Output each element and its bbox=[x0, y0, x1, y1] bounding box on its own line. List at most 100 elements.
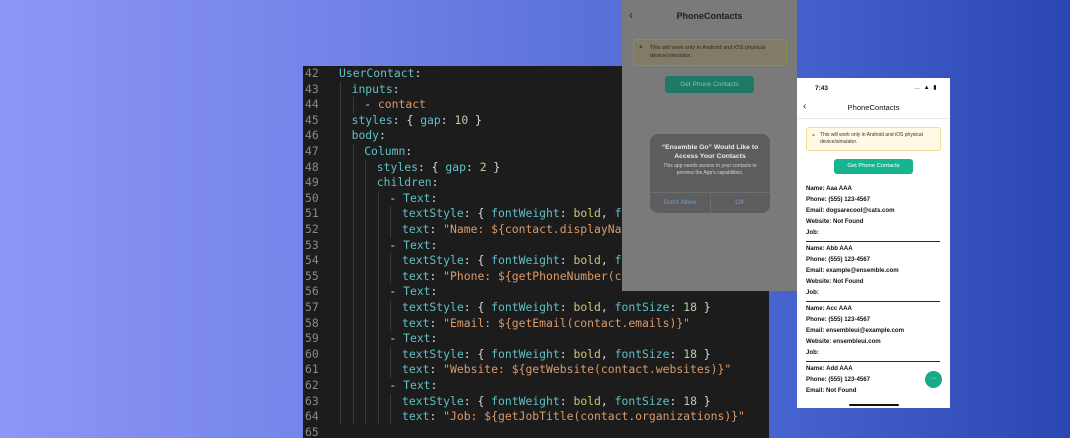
contact-job: Job: bbox=[806, 229, 819, 236]
contact-card[interactable]: Name: Add AAA Phone: (555) 123-4567 Email:… bbox=[806, 363, 940, 396]
indent-guide bbox=[390, 315, 392, 332]
indent-guide bbox=[352, 378, 354, 394]
code-line[interactable]: 63 textStyle: { fontWeight: bold, fontSiz… bbox=[303, 394, 769, 410]
code-token: : bbox=[405, 144, 413, 158]
get-phone-contacts-button[interactable]: Get Phone Contacts bbox=[834, 159, 913, 174]
indent-guide bbox=[352, 190, 354, 207]
code-text: - Text: bbox=[389, 284, 437, 300]
code-token: inputs bbox=[351, 81, 393, 96]
code-token: : bbox=[559, 346, 574, 361]
contact-email: Email: Not Found bbox=[806, 387, 857, 394]
code-token: bold bbox=[573, 346, 601, 361]
indent-guide bbox=[340, 346, 341, 363]
indent-guide bbox=[340, 237, 341, 254]
screen-title: PhoneContacts bbox=[847, 103, 900, 112]
code-text: text: "Name: ${contact.displayName}" bbox=[402, 222, 649, 238]
indent-guide bbox=[340, 331, 341, 347]
code-token: , bbox=[600, 300, 615, 314]
code-token: text bbox=[402, 409, 430, 424]
code-token: fontSize bbox=[614, 346, 670, 361]
warning-text: This will work only in Android and iOS p… bbox=[820, 132, 923, 145]
indent-guide bbox=[365, 409, 367, 425]
code-token: "Email: ${getEmail(contact.emails)}" bbox=[443, 315, 691, 330]
code-line[interactable]: 57 textStyle: { fontWeight: bold, fontSiz… bbox=[303, 300, 769, 316]
contact-name: Name: Acc AAA bbox=[806, 305, 852, 312]
code-line[interactable]: 58 text: "Email: ${getEmail(contact.email… bbox=[303, 316, 769, 332]
code-line[interactable]: 64 text: "Job: ${getJobTitle(contact.orga… bbox=[303, 409, 769, 425]
contact-phone: Phone: (555) 123-4567 bbox=[806, 376, 871, 383]
indent-guide bbox=[340, 409, 341, 425]
line-number: 55 bbox=[305, 268, 319, 283]
indent-guide bbox=[352, 222, 354, 238]
contact-card[interactable]: Name: Abb AAA Phone: (555) 123-4567 Email:… bbox=[806, 243, 940, 298]
dialog-title: “Ensemble Go” Would Like to Access Your … bbox=[661, 144, 759, 160]
contact-card[interactable]: Name: Aaa AAA Phone: (555) 123-4567 Email:… bbox=[806, 183, 940, 238]
code-token: gap bbox=[420, 112, 441, 127]
code-text: styles: { gap: 2 } bbox=[377, 160, 500, 176]
indent-guide bbox=[365, 378, 367, 394]
indent-guide bbox=[340, 378, 341, 394]
code-token: textStyle bbox=[402, 253, 464, 268]
indent-guide bbox=[340, 300, 341, 316]
line-number: 42 bbox=[305, 66, 319, 80]
contact-name: Name: Abb AAA bbox=[806, 245, 853, 252]
indent-guide bbox=[365, 268, 367, 285]
code-token: 10 bbox=[454, 112, 469, 127]
code-token: , bbox=[600, 253, 615, 268]
contact-card[interactable]: Name: Acc AAA Phone: (555) 123-4567 Email:… bbox=[806, 303, 940, 358]
indent-guide bbox=[352, 409, 354, 425]
code-token: "Job: ${getJobTitle(contact.organization… bbox=[443, 409, 745, 424]
indent-guide bbox=[390, 222, 392, 238]
indent-guide bbox=[340, 393, 341, 410]
status-time: 7:43 bbox=[815, 85, 829, 92]
code-token: : bbox=[430, 378, 438, 392]
code-token: text bbox=[402, 315, 430, 330]
code-token: : bbox=[669, 393, 684, 408]
indent-guide bbox=[340, 97, 341, 113]
more-icon[interactable]: ··· bbox=[925, 371, 942, 388]
indent-guide bbox=[390, 206, 392, 222]
indent-guide bbox=[352, 206, 354, 222]
indent-guide bbox=[377, 300, 379, 316]
warning-banner: ▲ This will work only in Android and iOS… bbox=[633, 39, 787, 66]
code-token: - bbox=[389, 331, 404, 346]
code-token: : bbox=[429, 315, 444, 330]
code-line[interactable]: 62 - Text: bbox=[303, 378, 769, 394]
code-line[interactable]: 60 textStyle: { fontWeight: bold, fontSiz… bbox=[303, 347, 769, 363]
code-text: text: "Website: ${getWebsite(contact.web… bbox=[402, 362, 731, 378]
contact-email: Email: dogsarecool@cats.com bbox=[806, 207, 895, 214]
ok-button[interactable]: OK bbox=[710, 192, 770, 213]
contact-name: Name: Add AAA bbox=[806, 365, 853, 372]
indent-guide bbox=[390, 362, 392, 378]
indent-guide bbox=[340, 159, 341, 176]
line-number: 52 bbox=[305, 222, 319, 236]
code-token: : bbox=[669, 346, 684, 361]
code-token: textStyle bbox=[402, 393, 464, 408]
dont-allow-button[interactable]: Don't Allow bbox=[650, 192, 710, 213]
indent-guide bbox=[390, 409, 392, 425]
code-text: textStyle: { fontWeight: bold, fontSize:… bbox=[402, 347, 711, 363]
code-token: UserContact bbox=[339, 66, 415, 80]
contact-website: Website: ensembleui.com bbox=[806, 338, 881, 345]
line-number: 44 bbox=[305, 97, 319, 112]
indent-guide bbox=[340, 112, 341, 129]
code-token: - bbox=[389, 190, 404, 205]
code-token: Text bbox=[403, 284, 431, 299]
code-line[interactable]: 59 - Text: bbox=[303, 331, 769, 347]
indent-guide bbox=[340, 206, 341, 222]
indent-guide bbox=[365, 315, 367, 332]
code-text: body: bbox=[352, 128, 386, 144]
line-number: 45 bbox=[305, 112, 319, 127]
code-token: } bbox=[696, 346, 711, 361]
code-token: : bbox=[559, 206, 574, 221]
code-token: : bbox=[429, 222, 444, 236]
indent-guide bbox=[352, 253, 354, 269]
code-token: : bbox=[440, 112, 455, 127]
get-phone-contacts-button[interactable]: Get Phone Contacts bbox=[665, 76, 754, 93]
indent-guide bbox=[390, 346, 392, 363]
code-token: - bbox=[389, 237, 404, 252]
code-line[interactable]: 65 bbox=[303, 425, 769, 438]
code-line[interactable]: 61 text: "Website: ${getWebsite(contact.w… bbox=[303, 362, 769, 378]
indent-guide bbox=[352, 268, 354, 285]
code-token: , bbox=[600, 393, 615, 408]
